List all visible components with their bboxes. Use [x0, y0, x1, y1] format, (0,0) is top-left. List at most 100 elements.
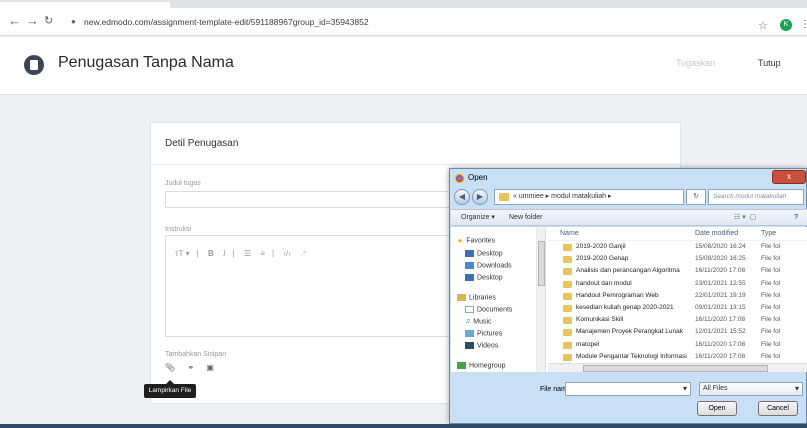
- title-field-label: Judul tugas: [165, 180, 201, 187]
- forward-arrow-icon[interactable]: →: [26, 14, 39, 28]
- bold-icon[interactable]: B: [208, 249, 214, 258]
- scroll-thumb[interactable]: [538, 241, 545, 286]
- dialog-nav-row: ◀ ▶ « ummiee ▸ modul matakuliah ▸ ↻ Sear…: [454, 188, 804, 206]
- reload-icon[interactable]: ↻: [44, 14, 53, 28]
- file-date: 22/01/2021 19:19: [695, 291, 746, 299]
- help-icon[interactable]: ?: [794, 210, 798, 225]
- file-type: File fol: [761, 267, 781, 275]
- search-input[interactable]: Search modul matakuliah: [708, 189, 804, 205]
- nav-downloads[interactable]: Downloads: [465, 262, 512, 269]
- assign-button[interactable]: Tugaskan: [676, 58, 715, 68]
- file-row[interactable]: 2019-2020 Ganjil 15/08/2020 16:24 File fol: [548, 241, 807, 253]
- file-type: File fol: [761, 279, 781, 287]
- file-row[interactable]: Manajemen Proyek Perangkat Lunak 12/01/20…: [548, 326, 807, 338]
- attachment-icons: 📎︎ ⚭ ▣: [165, 363, 224, 372]
- open-button[interactable]: Open: [697, 401, 737, 416]
- file-name: Manajemen Proyek Perangkat Lunak: [576, 328, 683, 336]
- folder-icon: [563, 353, 572, 361]
- back-arrow-icon[interactable]: ←: [8, 14, 21, 28]
- file-name: 2019-2020 Genap: [576, 255, 629, 263]
- nav-scrollbar[interactable]: [537, 227, 546, 372]
- nav-videos[interactable]: Videos: [465, 342, 498, 349]
- file-row[interactable]: Komunikasi Skill 16/11/2020 17:08 File fol: [548, 314, 807, 326]
- horizontal-scrollbar[interactable]: [548, 363, 807, 372]
- file-name: matopel: [576, 340, 600, 348]
- file-name: Handout Pemrograman Web: [576, 291, 659, 299]
- browser-toolbar: ← → ↻ ● new.edmodo.com/assignment-templa…: [0, 8, 807, 36]
- taskbar: [0, 424, 807, 428]
- nav-libraries[interactable]: Libraries: [457, 294, 496, 301]
- column-name[interactable]: Name: [560, 230, 579, 237]
- close-button[interactable]: Tutup: [758, 58, 781, 68]
- file-row[interactable]: Module Pengantar Teknologi Informasi 16/1…: [548, 351, 807, 363]
- libraries-icon: [457, 294, 466, 301]
- title-input[interactable]: [165, 191, 465, 208]
- nav-homegroup[interactable]: Homegroup: [457, 362, 506, 369]
- card-title: Detil Penugasan: [165, 138, 239, 149]
- address-bar[interactable]: new.edmodo.com/assignment-template-edit/…: [84, 13, 369, 31]
- dialog-title: Open: [468, 173, 488, 182]
- italic-icon[interactable]: I: [223, 249, 226, 258]
- file-row[interactable]: handout dan modul 23/01/2021 12:55 File fo…: [548, 278, 807, 290]
- dialog-back-icon[interactable]: ◀: [454, 189, 470, 205]
- nav-music[interactable]: ♫ Music: [465, 318, 492, 325]
- folder-icon: [499, 193, 509, 201]
- file-date: 15/08/2020 16:24: [695, 243, 746, 250]
- organize-menu[interactable]: Organize ▾: [461, 210, 495, 225]
- file-row[interactable]: matopel 16/11/2020 17:08 File fol: [548, 339, 807, 351]
- paperclip-icon[interactable]: 📎︎: [165, 363, 175, 372]
- breadcrumb[interactable]: « ummiee ▸ modul matakuliah ▸: [494, 189, 684, 205]
- file-name: 2019-2020 Ganjil: [576, 243, 626, 250]
- nav-desktop-2[interactable]: Desktop: [465, 274, 503, 281]
- dialog-close-button[interactable]: x: [772, 170, 806, 184]
- attachment-label: Tambahkan Sisipan: [165, 351, 227, 358]
- view-options-icon[interactable]: ☷ ▾ ▢: [734, 210, 756, 225]
- nav-documents[interactable]: Documents: [465, 306, 512, 313]
- numbered-list-icon[interactable]: ≡: [260, 249, 265, 258]
- folder-icon: [563, 244, 572, 251]
- nav-pictures[interactable]: Pictures: [465, 330, 502, 337]
- documents-icon: [465, 306, 474, 313]
- file-date: 16/11/2020 17:08: [695, 316, 746, 324]
- new-folder-button[interactable]: New folder: [509, 210, 542, 225]
- file-type: File fol: [761, 340, 781, 348]
- text-size-icon[interactable]: тT ▾: [175, 249, 190, 258]
- column-date[interactable]: Date modified: [695, 230, 738, 237]
- file-date: 16/11/2020 17:08: [695, 352, 746, 360]
- file-name: Komunikasi Skill: [576, 316, 624, 324]
- editor-toolbar: тT ▾ | B I | ☰ ≡ | ‹/› ↗: [175, 249, 307, 258]
- link-chain-icon[interactable]: ⚭: [187, 363, 194, 372]
- pictures-icon: [465, 330, 474, 337]
- command-bar: Organize ▾ New folder ☷ ▾ ▢ ?: [451, 209, 807, 226]
- file-row[interactable]: kesedian kuliah genap 2020-2021 09/01/202…: [548, 302, 807, 314]
- folder-icon: [563, 292, 572, 300]
- file-row[interactable]: 2019-2020 Genap 15/08/2020 16:25 File fol: [548, 253, 807, 265]
- folder-icon: [563, 304, 572, 312]
- link-icon[interactable]: ↗: [300, 249, 307, 258]
- file-name-input[interactable]: [565, 382, 691, 396]
- column-type[interactable]: Type: [761, 230, 776, 237]
- divider: [151, 164, 682, 165]
- file-date: 15/08/2020 16:25: [695, 255, 746, 263]
- file-row[interactable]: Handout Pemrograman Web 22/01/2021 19:19 F…: [548, 290, 807, 302]
- library-icon[interactable]: ▣: [206, 363, 214, 372]
- scroll-thumb[interactable]: [583, 365, 768, 372]
- file-type-select[interactable]: All Files: [699, 382, 803, 396]
- bookmark-star-icon[interactable]: ☆: [758, 19, 768, 32]
- file-row[interactable]: Analisis dan perancangan Algoritma 16/11/…: [548, 265, 807, 277]
- homegroup-icon: [457, 362, 466, 369]
- browser-menu-icon[interactable]: ⋮: [800, 19, 807, 30]
- nav-desktop[interactable]: Desktop: [465, 250, 503, 257]
- cancel-button[interactable]: Cancel: [758, 401, 798, 416]
- downloads-icon: [465, 262, 474, 269]
- refresh-icon[interactable]: ↻: [686, 189, 706, 205]
- nav-favorites[interactable]: ★ Favorites: [457, 237, 495, 245]
- file-date: 12/01/2021 15:52: [695, 328, 746, 336]
- file-date: 09/01/2021 13:15: [695, 303, 746, 311]
- folder-icon: [563, 329, 572, 337]
- profile-avatar[interactable]: K: [780, 19, 792, 31]
- dialog-forward-icon[interactable]: ▶: [472, 189, 488, 205]
- file-name: Analisis dan perancangan Algoritma: [576, 267, 680, 275]
- bullet-list-icon[interactable]: ☰: [244, 249, 251, 258]
- code-icon[interactable]: ‹/›: [283, 249, 291, 258]
